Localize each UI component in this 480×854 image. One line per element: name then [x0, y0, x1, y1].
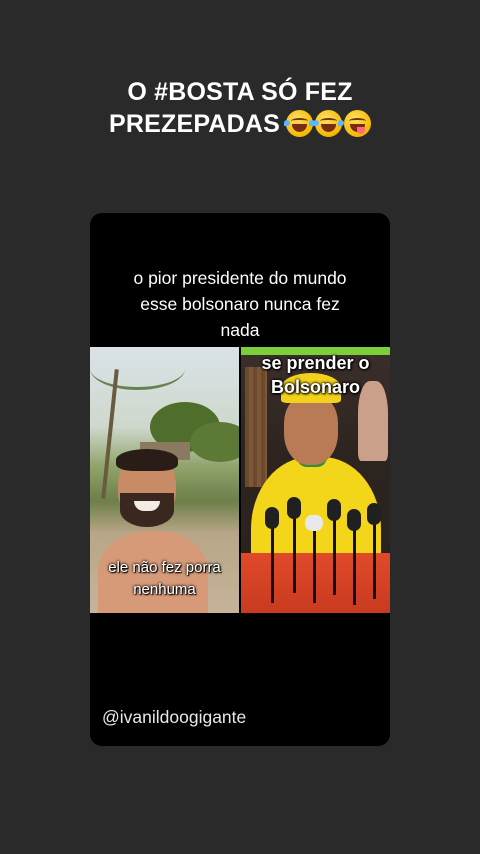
- caption-line-2: esse bolsonaro nunca fez: [140, 294, 340, 314]
- meme-right-text-line-2: Bolsonaro: [270, 377, 360, 397]
- meme-left-text-line-1: ele não fez porra: [108, 559, 221, 576]
- story-title-line-2-text: PREZEPADAS: [108, 110, 280, 138]
- meme-image: ele não fez porra nenhuma se prender o B…: [90, 347, 390, 613]
- meme-left-text-line-2: nenhuma: [133, 581, 196, 598]
- microphones-icon: [241, 493, 390, 613]
- story-title-line-2: PREZEPADAS: [0, 108, 480, 140]
- caption-line-1: o pior presidente do mundo: [133, 268, 347, 288]
- post-caption: o pior presidente do mundo esse bolsonar…: [90, 265, 390, 343]
- face-savoring-food-emoji-icon: [344, 110, 371, 137]
- rolling-on-floor-laughing-emoji-icon: [284, 110, 315, 137]
- caption-line-3: nada: [220, 320, 260, 340]
- meme-right-text-line-1: se prender o: [261, 353, 370, 373]
- creator-handle[interactable]: @ivanildoogigante: [102, 707, 246, 728]
- rolling-on-floor-laughing-emoji-icon: [313, 110, 344, 137]
- story-screen: O #BOSTA SÓ FEZ PREZEPADAS o pior presid…: [0, 0, 480, 854]
- story-title-line-1: O #BOSTA SÓ FEZ: [127, 78, 353, 106]
- meme-right-text: se prender o Bolsonaro: [241, 351, 390, 399]
- meme-left-panel: ele não fez porra nenhuma: [90, 347, 239, 613]
- meme-right-panel: se prender o Bolsonaro: [241, 347, 390, 613]
- story-title: O #BOSTA SÓ FEZ PREZEPADAS: [0, 76, 480, 140]
- meme-left-text: ele não fez porra nenhuma: [90, 557, 239, 601]
- video-post-card[interactable]: o pior presidente do mundo esse bolsonar…: [90, 213, 390, 746]
- title-emoji-group: [284, 110, 371, 137]
